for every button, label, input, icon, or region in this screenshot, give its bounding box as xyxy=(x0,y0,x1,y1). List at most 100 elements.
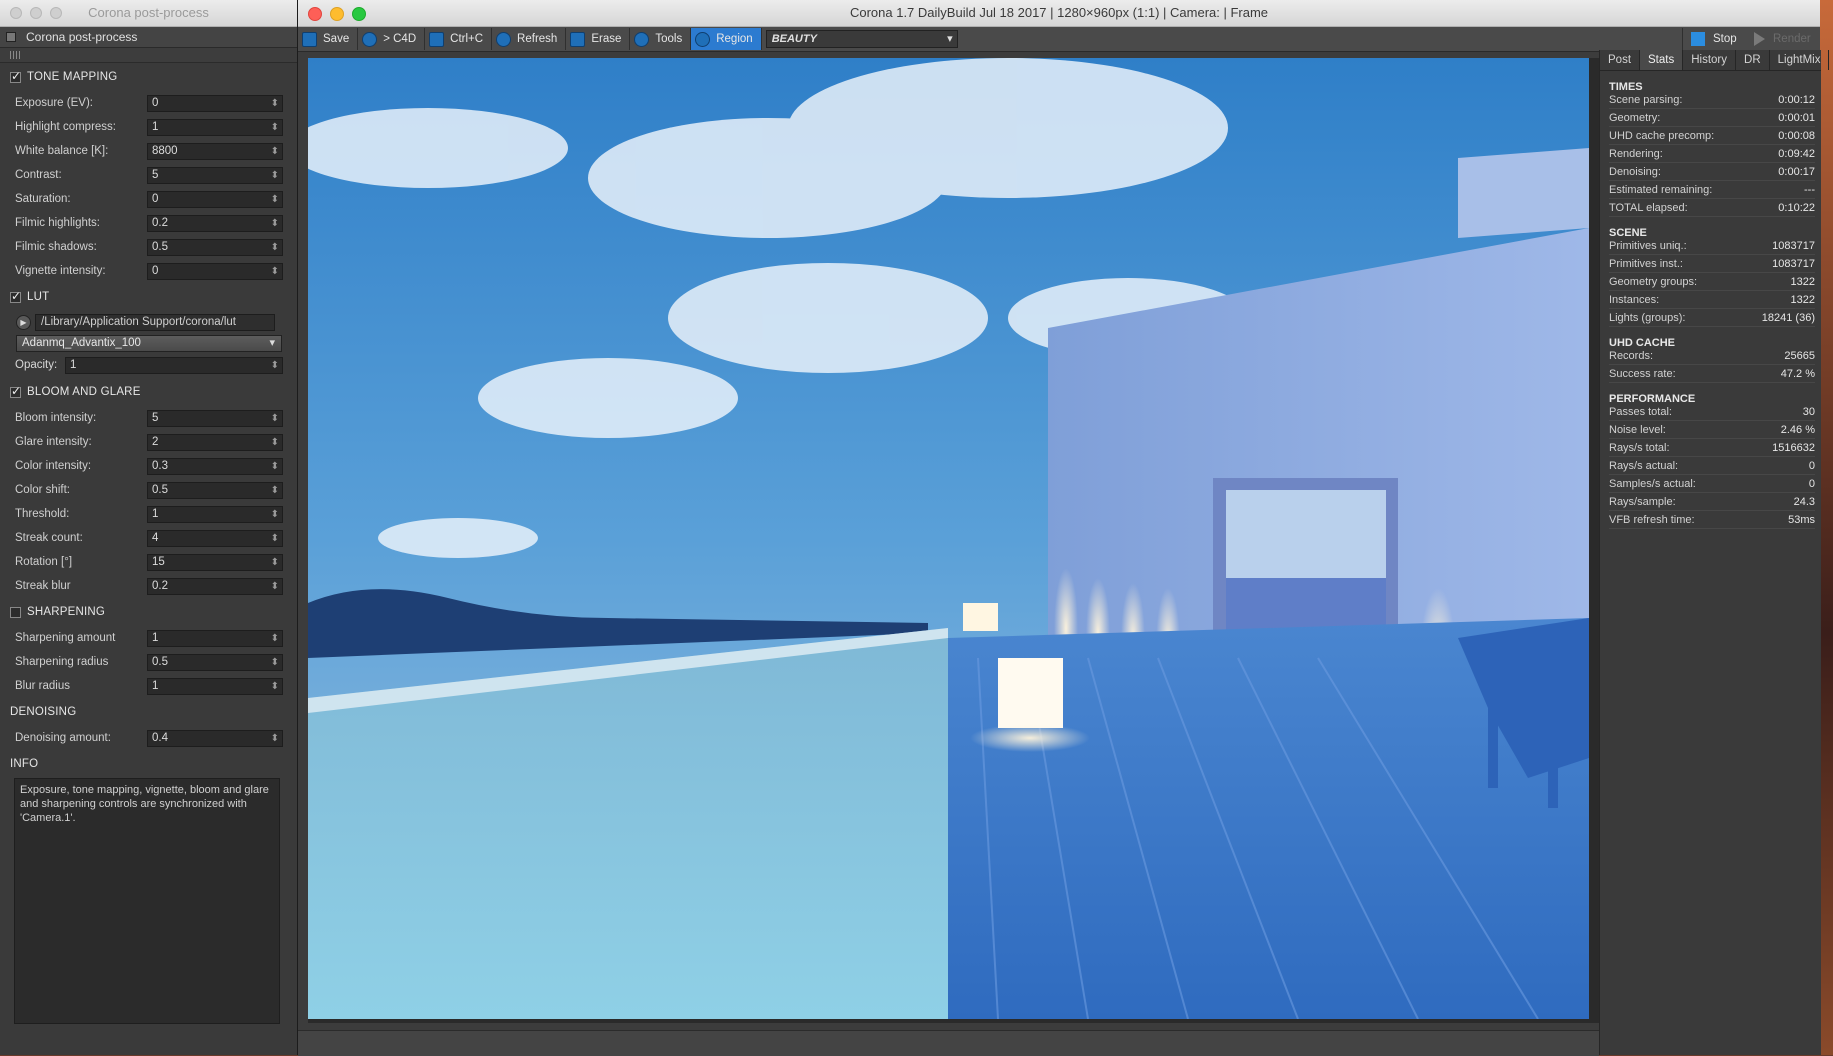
stat-value: 1516632 xyxy=(1772,441,1815,454)
exposure-input[interactable]: 0 xyxy=(147,94,283,112)
stat-value: 0:00:12 xyxy=(1778,93,1815,106)
stat-row: Estimated remaining: --- xyxy=(1609,181,1815,199)
zoom-window-button[interactable] xyxy=(50,7,62,19)
white-balance-row: White balance [K]: 8800 xyxy=(0,139,297,163)
stat-value: 0:09:42 xyxy=(1778,147,1815,160)
tab-lightmix[interactable]: LightMix xyxy=(1770,50,1830,70)
stat-label: Rendering: xyxy=(1609,147,1663,160)
panel-grip[interactable] xyxy=(0,48,297,63)
saturation-input[interactable]: 0 xyxy=(147,190,283,208)
stat-value: 2.46 % xyxy=(1780,423,1815,436)
minimize-window-button[interactable] xyxy=(330,7,344,21)
stat-label: UHD cache precomp: xyxy=(1609,129,1715,142)
contrast-input[interactable]: 5 xyxy=(147,166,283,184)
stat-row: Primitives uniq.: 1083717 xyxy=(1609,237,1815,255)
vfb-window-controls xyxy=(308,7,366,21)
exposure-label: Exposure (EV): xyxy=(15,97,93,109)
lut-section[interactable]: LUT xyxy=(0,283,297,311)
stat-value: 1322 xyxy=(1790,275,1815,288)
sharpening-section[interactable]: SHARPENING xyxy=(0,598,297,626)
stat-row: Rays/sample: 24.3 xyxy=(1609,493,1815,511)
color-intensity-label: Color intensity: xyxy=(15,460,92,472)
play-icon[interactable]: ▶ xyxy=(16,314,31,330)
stat-label: Success rate: xyxy=(1609,367,1676,380)
c4d-icon xyxy=(362,31,378,47)
uhd-cache-list: Records: 25665 Success rate: 47.2 % xyxy=(1600,347,1821,383)
stat-label: Geometry groups: xyxy=(1609,275,1698,288)
erase-button[interactable]: Erase xyxy=(566,28,631,50)
stat-value: 24.3 xyxy=(1793,495,1815,508)
vfb-window: Corona 1.7 DailyBuild Jul 18 2017 | 1280… xyxy=(298,0,1830,1056)
color-intensity-input[interactable]: 0.3 xyxy=(147,457,283,475)
bloom-glare-section[interactable]: BLOOM AND GLARE xyxy=(0,378,297,406)
threshold-input[interactable]: 1 xyxy=(147,505,283,523)
glare-intensity-input[interactable]: 2 xyxy=(147,433,283,451)
vfb-toolbar: Save > C4D Ctrl+C Refresh Erase Tools Re… xyxy=(298,27,1820,52)
bloom-intensity-input[interactable]: 5 xyxy=(147,409,283,427)
filmic-highlights-input[interactable]: 0.2 xyxy=(147,214,283,232)
to-c4d-button[interactable]: > C4D xyxy=(358,28,426,50)
side-panel-tabs: Post Stats History DR LightMix xyxy=(1600,50,1830,71)
vignette-intensity-label: Vignette intensity: xyxy=(15,265,106,277)
denoising-amount-input[interactable]: 0.4 xyxy=(147,729,283,747)
stat-row: Scene parsing: 0:00:12 xyxy=(1609,91,1815,109)
panel-toggle-icon[interactable] xyxy=(6,32,16,42)
tools-button[interactable]: Tools xyxy=(630,28,692,50)
stat-row: Geometry groups: 1322 xyxy=(1609,273,1815,291)
sharpening-amount-label: Sharpening amount xyxy=(15,632,116,644)
region-icon xyxy=(695,31,711,47)
scene-list: Primitives uniq.: 1083717 Primitives inst… xyxy=(1600,237,1821,327)
tone-mapping-checkbox[interactable] xyxy=(10,69,21,83)
stat-label: Primitives inst.: xyxy=(1609,257,1683,270)
tone-mapping-section[interactable]: TONE MAPPING xyxy=(0,63,297,91)
close-window-button[interactable] xyxy=(308,7,322,21)
zoom-window-button[interactable] xyxy=(352,7,366,21)
vignette-intensity-input[interactable]: 0 xyxy=(147,262,283,280)
stat-value: 47.2 % xyxy=(1780,367,1815,380)
streak-blur-input[interactable]: 0.2 xyxy=(147,577,283,595)
rotation-input[interactable]: 15 xyxy=(147,553,283,571)
bloom-glare-checkbox[interactable] xyxy=(10,384,21,398)
render-button[interactable]: Render xyxy=(1746,28,1819,50)
tab-stats[interactable]: Stats xyxy=(1640,50,1684,70)
filmic-shadows-row: Filmic shadows: 0.5 xyxy=(0,235,297,259)
stat-row: Success rate: 47.2 % xyxy=(1609,365,1815,383)
close-window-button[interactable] xyxy=(10,7,22,19)
sharpening-amount-input[interactable]: 1 xyxy=(147,629,283,647)
stat-label: Denoising: xyxy=(1609,165,1661,178)
save-button[interactable]: Save xyxy=(298,28,359,50)
lut-opacity-input[interactable]: 1 xyxy=(65,356,283,374)
sharpening-checkbox[interactable] xyxy=(10,606,21,618)
copy-button[interactable]: Ctrl+C xyxy=(425,28,493,50)
tab-dr[interactable]: DR xyxy=(1736,50,1770,70)
stat-row: Records: 25665 xyxy=(1609,347,1815,365)
lut-opacity-row: Opacity: 1 xyxy=(0,352,297,378)
color-shift-input[interactable]: 0.5 xyxy=(147,481,283,499)
blur-radius-input[interactable]: 1 xyxy=(147,677,283,695)
lut-path-field[interactable]: /Library/Application Support/corona/lut xyxy=(35,313,275,331)
window-title: Corona post-process xyxy=(88,5,209,20)
color-shift-row: Color shift: 0.5 xyxy=(0,478,297,502)
filmic-shadows-input[interactable]: 0.5 xyxy=(147,238,283,256)
refresh-icon xyxy=(496,31,512,47)
rendered-image[interactable] xyxy=(308,58,1589,1019)
stop-button[interactable]: Stop xyxy=(1682,28,1745,50)
tab-history[interactable]: History xyxy=(1683,50,1737,70)
tab-post[interactable]: Post xyxy=(1600,50,1641,70)
post-process-header: Corona post-process xyxy=(0,27,297,48)
filmic-highlights-row: Filmic highlights: 0.2 xyxy=(0,211,297,235)
render-channel-select[interactable]: BEAUTY xyxy=(765,30,958,48)
region-button[interactable]: Region xyxy=(691,28,762,50)
stat-row: Lights (groups): 18241 (36) xyxy=(1609,309,1815,327)
highlight-compress-input[interactable]: 1 xyxy=(147,118,283,136)
lut-checkbox[interactable] xyxy=(10,289,21,303)
sharpening-radius-input[interactable]: 0.5 xyxy=(147,653,283,671)
streak-count-input[interactable]: 4 xyxy=(147,529,283,547)
white-balance-input[interactable]: 8800 xyxy=(147,142,283,160)
minimize-window-button[interactable] xyxy=(30,7,42,19)
refresh-button[interactable]: Refresh xyxy=(492,28,567,50)
lut-select[interactable]: Adanmq_Advantix_100 xyxy=(16,335,282,352)
erase-label: Erase xyxy=(591,33,622,45)
vfb-statusbar xyxy=(298,1030,1599,1056)
tone-mapping-header: TONE MAPPING xyxy=(27,71,118,83)
